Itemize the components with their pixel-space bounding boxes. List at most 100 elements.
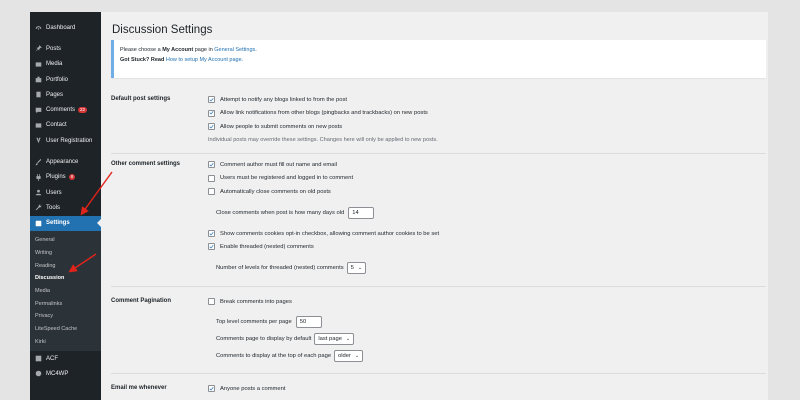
checkmark-icon	[209, 231, 214, 235]
settings-icon	[34, 219, 42, 227]
option-label: Allow people to submit comments on new p…	[220, 123, 343, 130]
notice-text: Please choose a	[120, 47, 161, 53]
anyone-posts-option[interactable]: Anyone posts a comment	[208, 385, 285, 392]
sidebar-item-acf[interactable]: ACF	[30, 351, 101, 366]
section-label-default-post: Default post settings	[111, 96, 171, 102]
option-label: Attempt to notify any blogs linked to fr…	[220, 96, 347, 103]
user-registration-icon	[34, 137, 42, 145]
sidebar-item-label: MC4WP	[46, 370, 69, 377]
option-allow-link-notifications-from-other-blog[interactable]: Allow link notifications from other blog…	[208, 109, 428, 117]
setup-guide-link[interactable]: How to setup My Account page.	[166, 57, 243, 63]
notice-bold: Got Stuck? Read	[120, 57, 165, 63]
default-page-label: Comments page to display by default	[216, 336, 312, 342]
sidebar-item-label: Plugins	[46, 174, 66, 181]
media-icon	[34, 60, 42, 68]
sidebar-item-appearance[interactable]: Appearance	[30, 154, 101, 169]
sidebar-item-label: Pages	[46, 91, 64, 98]
checkmark-icon	[209, 111, 214, 115]
sidebar-item-portfolio[interactable]: Portfolio	[30, 72, 101, 87]
submenu-item-discussion[interactable]: Discussion	[30, 272, 101, 285]
sidebar-item-user-registration[interactable]: User Registration	[30, 133, 101, 148]
anyone-posts-checkbox[interactable]	[208, 385, 215, 392]
close-days-input[interactable]: 14	[348, 207, 375, 219]
notice-text: .	[255, 47, 257, 53]
anyone-posts-label: Anyone posts a comment	[220, 385, 286, 392]
submenu-item-permalinks[interactable]: Permalinks	[30, 297, 101, 310]
sidebar-item-mc4wp[interactable]: MC4WP	[30, 366, 101, 381]
option-checkbox[interactable]	[208, 96, 215, 103]
break-pages-checkbox[interactable]	[208, 298, 215, 305]
option-checkbox[interactable]	[208, 109, 215, 117]
sidebar-item-contact[interactable]: Contact	[30, 118, 101, 133]
submenu-item-general[interactable]: General	[30, 234, 101, 247]
sidebar-item-settings[interactable]: Settings	[30, 215, 101, 231]
option-checkbox[interactable]	[208, 188, 215, 195]
default-post-description: Individual posts may override these sett…	[208, 137, 438, 143]
order-select[interactable]: older ⌄	[334, 350, 364, 362]
submenu-item-privacy[interactable]: Privacy	[30, 310, 101, 323]
submenu-item-writing[interactable]: Writing	[30, 247, 101, 260]
sidebar-item-dashboard[interactable]: Dashboard	[30, 20, 101, 35]
checkmark-icon	[209, 162, 214, 166]
acf-icon	[34, 355, 42, 363]
option-users-must-be-registered-and-logged-in-t[interactable]: Users must be registered and logged in t…	[208, 174, 354, 182]
option-label: Allow link notifications from other blog…	[220, 110, 428, 116]
option-attempt-to-notify-any-blogs-linked-to-fr[interactable]: Attempt to notify any blogs linked to fr…	[208, 96, 347, 103]
sidebar-item-label: Dashboard	[46, 24, 76, 31]
top-level-row: Top level comments per page 50	[216, 316, 322, 328]
sidebar-item-label: Posts	[46, 45, 62, 52]
section-label-other-comment: Other comment settings	[111, 161, 181, 167]
page-title: Discussion Settings	[112, 24, 213, 36]
top-level-input[interactable]: 50	[295, 316, 322, 328]
portfolio-icon	[34, 76, 42, 84]
sidebar-item-label: Tools	[46, 204, 61, 211]
threaded-label: Enable threaded (nested) comments	[220, 243, 314, 250]
cookies-label: Show comments cookies opt-in checkbox, a…	[220, 230, 440, 237]
sidebar-item-label: Settings	[46, 220, 70, 227]
users-icon	[34, 189, 42, 197]
sidebar-item-label: Media	[46, 61, 63, 68]
sidebar-item-pages[interactable]: Pages	[30, 87, 101, 102]
order-value: older	[338, 353, 351, 359]
sidebar-item-tools[interactable]: Tools	[30, 200, 101, 215]
option-checkbox[interactable]	[208, 161, 215, 168]
default-page-select[interactable]: last page ⌄	[314, 333, 355, 345]
checkmark-icon	[209, 124, 214, 128]
option-comment-author-must-fill-out-name-and-em[interactable]: Comment author must fill out name and em…	[208, 161, 337, 168]
sidebar-item-media[interactable]: Media	[30, 57, 101, 72]
option-allow-people-to-submit-comments-on-new-p[interactable]: Allow people to submit comments on new p…	[208, 123, 342, 130]
option-checkbox[interactable]	[208, 123, 215, 130]
sidebar-item-plugins[interactable]: Plugins 8	[30, 170, 101, 185]
threaded-option[interactable]: Enable threaded (nested) comments	[208, 243, 314, 250]
levels-value: 5	[350, 265, 354, 271]
sidebar-item-label: Comments	[46, 107, 76, 114]
submenu-item-media[interactable]: Media	[30, 285, 101, 298]
submenu-item-reading[interactable]: Reading	[30, 259, 101, 272]
general-settings-link[interactable]: General Settings	[214, 47, 255, 53]
sidebar-item-label: User Registration	[46, 137, 93, 144]
main-content: Discussion Settings Please choose a My A…	[101, 12, 768, 400]
submenu-item-litespeed-cache[interactable]: LiteSpeed Cache	[30, 323, 101, 336]
option-checkbox[interactable]	[208, 174, 215, 182]
sidebar-item-posts[interactable]: Posts	[30, 41, 101, 56]
break-pages-label: Break comments into pages	[220, 298, 292, 305]
cookies-checkbox[interactable]	[208, 230, 215, 237]
sidebar-item-comments[interactable]: Comments 22	[30, 102, 101, 117]
levels-select[interactable]: 5 ⌄	[346, 262, 367, 274]
levels-label: Number of levels for threaded (nested) c…	[216, 265, 344, 271]
checkmark-icon	[209, 97, 214, 101]
cookies-option[interactable]: Show comments cookies opt-in checkbox, a…	[208, 230, 439, 237]
option-label: Comment author must fill out name and em…	[220, 161, 337, 168]
submenu-item-kirki[interactable]: Kirki	[30, 335, 101, 348]
option-automatically-close-comments-on-old-post[interactable]: Automatically close comments on old post…	[208, 188, 331, 195]
dashboard-icon	[34, 24, 42, 32]
sidebar-item-users[interactable]: Users	[30, 185, 101, 200]
threaded-checkbox[interactable]	[208, 243, 215, 250]
comments-icon	[34, 106, 42, 114]
settings-submenu: General Writing Reading Discussion Media Perm…	[30, 230, 101, 352]
admin-sidebar: Dashboard Posts Media Portfolio Pages Commen…	[30, 12, 101, 400]
pages-icon	[34, 91, 42, 99]
break-pages-option[interactable]: Break comments into pages	[208, 298, 292, 305]
count-badge: 8	[68, 174, 76, 181]
option-label: Users must be registered and logged in t…	[220, 175, 354, 181]
